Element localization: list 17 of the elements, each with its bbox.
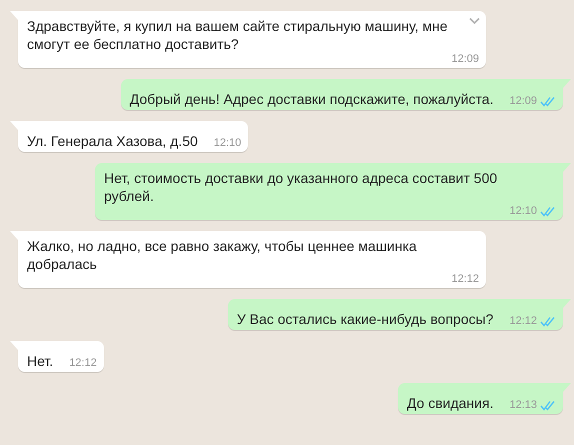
message-time: 12:10 — [214, 137, 242, 150]
message-time: 12:10 — [509, 205, 537, 218]
message-text: У Вас остались какие-нибудь вопросы? — [236, 310, 494, 328]
message-time: 12:09 — [509, 95, 537, 108]
message-text: Ул. Генерала Хазова, д.50 — [27, 132, 198, 150]
chevron-down-icon[interactable] — [469, 17, 480, 25]
message-time: 12:13 — [509, 399, 537, 412]
message-text: Нет, стоимость доставки до указанного адреса составит 500 рублей. — [104, 169, 498, 205]
message-time: 12:12 — [69, 357, 97, 370]
message-text: Добрый день! Адрес доставки подскажите, пожалуйста. — [130, 90, 494, 108]
message-time: 12:12 — [509, 315, 537, 328]
message-text: Нет. — [27, 352, 54, 370]
message-text: Жалко, но ладно, все равно закажу, чтобы ценнее машинка добралась — [27, 237, 418, 273]
message-time: 12:12 — [451, 273, 479, 286]
message-text: До свидания. — [406, 394, 494, 412]
message-text: Здравствуйте, я купил на вашем сайте стиральную машину, мне смогут ее бесплатно доставить? — [27, 17, 449, 53]
message-time: 12:09 — [451, 53, 479, 66]
